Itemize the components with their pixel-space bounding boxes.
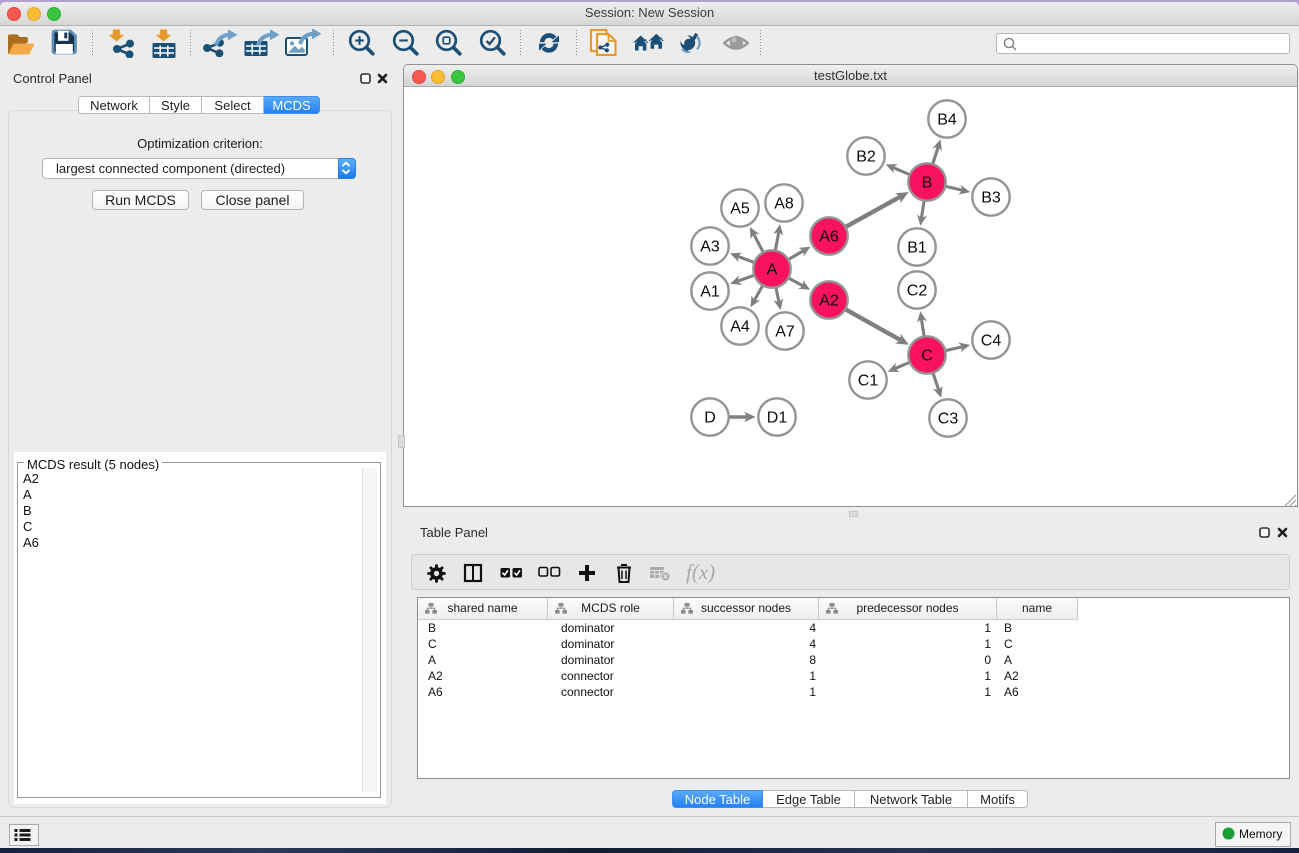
svg-text:D1: D1 <box>767 410 788 427</box>
svg-text:A7: A7 <box>775 324 795 341</box>
svg-text:B2: B2 <box>856 149 876 166</box>
svg-text:D: D <box>704 410 716 427</box>
svg-text:C1: C1 <box>858 373 879 390</box>
svg-text:C: C <box>921 348 933 365</box>
svg-text:A3: A3 <box>700 239 720 256</box>
svg-text:B4: B4 <box>937 112 957 129</box>
svg-text:A1: A1 <box>700 284 720 301</box>
svg-text:A: A <box>767 262 778 279</box>
svg-text:A5: A5 <box>730 201 750 218</box>
svg-text:C4: C4 <box>981 333 1002 350</box>
svg-text:B: B <box>922 175 933 192</box>
svg-text:B1: B1 <box>907 240 927 257</box>
svg-text:A6: A6 <box>819 229 839 246</box>
svg-text:A8: A8 <box>774 196 794 213</box>
svg-text:B3: B3 <box>981 190 1001 207</box>
svg-text:A4: A4 <box>730 319 750 336</box>
svg-text:A2: A2 <box>819 293 839 310</box>
svg-text:C2: C2 <box>907 283 928 300</box>
svg-text:C3: C3 <box>938 411 959 428</box>
